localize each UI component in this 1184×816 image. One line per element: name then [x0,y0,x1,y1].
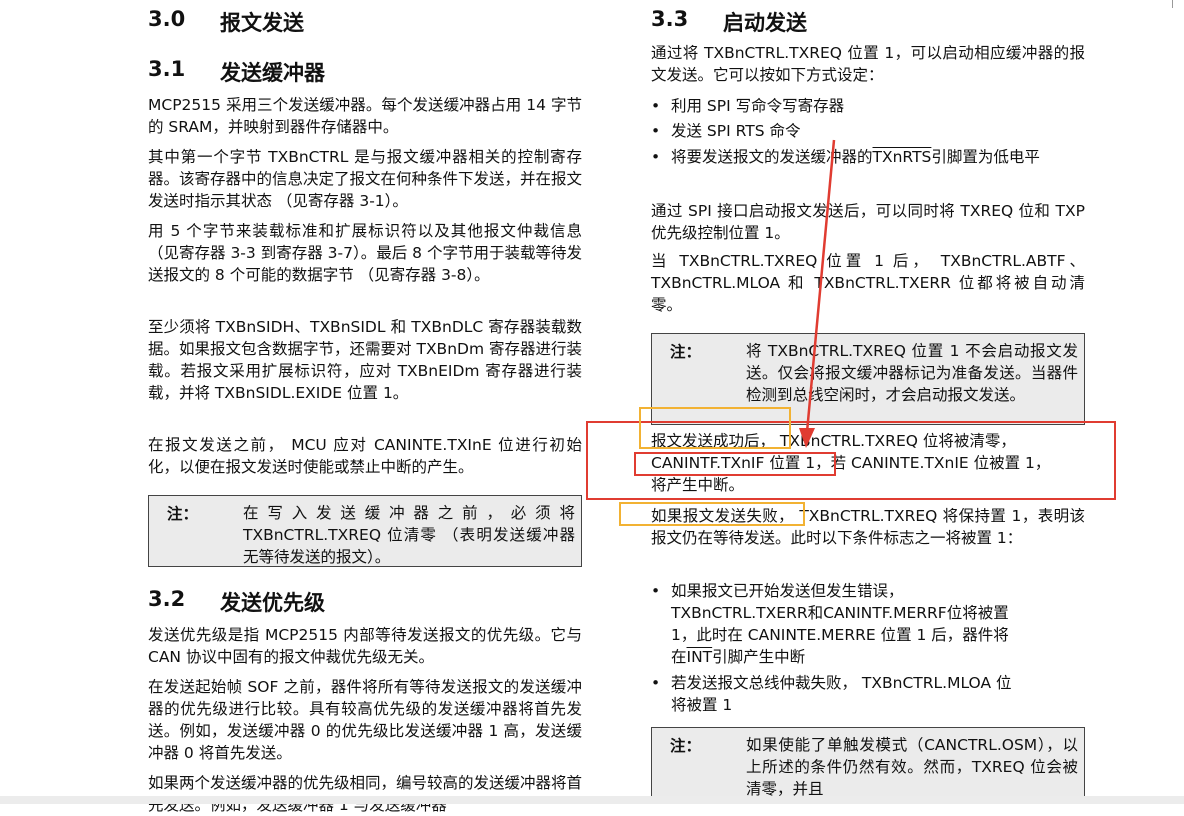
paragraph: 发送优先级是指 MCP2515 内部等待发送报文的优先级。它与 CAN 协议中固… [148,626,582,666]
paragraph: MCP2515 采用三个发送缓冲器。每个发送缓冲器占用 14 字节的 SRAM，… [148,96,582,136]
text-line: 若发送报文总线仲裁失败， TXBnCTRL.MLOA 位 [671,674,1012,692]
text-line: 将被置 1 [671,696,733,714]
text-line: 在INT引脚产生中断 [671,646,1085,668]
viewer-bottom-bar [0,796,1184,804]
section-title: 报文发送 [220,11,304,35]
text-line: TXBnCTRL.TXERR和CANINTF.MERRF位将被置 [671,604,1009,622]
text-line: 报文发送成功后， TXBnCTRL.TXREQ 位将被清零， [651,432,1016,450]
note-box: 注： 在写入发送缓冲器之前，必须将 TXBnCTRL.TXREQ 位清零 （表明… [148,495,582,567]
paragraph: 其中第一个字节 TXBnCTRL 是与报文缓冲器相关的控制寄存器。该寄存器中的信… [148,148,583,210]
page-border [1172,0,1173,8]
text-line: 1，此时在 CANINTE.MERRE 位置 1 后，器件将 [671,626,1009,644]
note-text: 在写入发送缓冲器之前，必须将 TXBnCTRL.TXREQ 位清零 （表明发送缓… [243,504,575,566]
text-line: 如果报文已开始发送但发生错误， [671,582,904,600]
list-item-text: 将要发送报文的发送缓冲器的TXnRTS引脚置为低电平 [671,146,1071,168]
note-box: 注： 将 TXBnCTRL.TXREQ 位置 1 不会启动报文发送。仅会将报文缓… [651,333,1085,425]
list-item-text: 如果报文已开始发送但发生错误， TXBnCTRL.TXERR和CANINTF.M… [671,580,1085,668]
text-run: 在 [671,648,687,666]
section-title: 发送缓冲器 [220,61,325,85]
paragraph: 当 TXBnCTRL.TXREQ 位置 1 后， TXBnCTRL.ABTF、T… [651,252,1085,314]
paragraph: 如果报文发送失败， TXBnCTRL.TXREQ 将保持置 1，表明该报文仍在等… [651,507,1085,547]
section-number: 3.1 [148,57,186,81]
pin-name: TXnRTS [872,148,932,166]
section-number: 3.0 [148,7,186,31]
list-item: • 如果报文已开始发送但发生错误， TXBnCTRL.TXERR和CANINTF… [651,580,1085,668]
note-label: 注： [167,505,199,523]
paragraph: 报文发送成功后， TXBnCTRL.TXREQ 位将被清零， CANINTF.T… [651,430,1085,496]
list-item: • 将要发送报文的发送缓冲器的TXnRTS引脚置为低电平 [651,146,1085,190]
list-item: • 发送 SPI RTS 命令 [651,120,1085,142]
paragraph: 在报文发送之前， MCU 应对 CANINTE.TXInE 位进行初始化，以便在… [148,436,582,476]
text-run: 引脚置为低电平 [931,148,1040,166]
bullet-dot: • [651,582,661,600]
list-item-text: 利用 SPI 写命令写寄存器 [671,97,845,115]
note-label: 注： [670,343,702,361]
bullet-dot: • [651,148,661,166]
bullet-dot: • [651,122,661,140]
section-title: 发送优先级 [220,591,325,615]
list-item-text: 发送 SPI RTS 命令 [671,122,801,140]
paragraph: 至少须将 TXBnSIDH、TXBnSIDL 和 TXBnDLC 寄存器装载数据… [148,318,582,402]
list-item: • 利用 SPI 写命令写寄存器 [651,95,1085,117]
paragraph: 如果两个发送缓冲器的优先级相同，编号较高的发送缓冲器将首先发送。例如，发送缓冲器… [148,774,583,814]
text-line: 将产生中断。 [651,476,745,494]
text-run: 引脚产生中断 [712,648,806,666]
note-label: 注： [670,737,702,755]
paragraph: 用 5 个字节来装载标准和扩展标识符以及其他报文仲裁信息（见寄存器 3-3 到寄… [148,222,582,284]
paragraph: 在发送起始帧 SOF 之前，器件将所有等待发送报文的发送缓冲器的优先级进行比较。… [148,678,582,762]
paragraph: 通过 SPI 接口启动报文发送后，可以同时将 TXREQ 位和 TXP 优先级控… [651,202,1085,242]
pin-name: INT [686,648,713,666]
bullet-dot: • [651,97,661,115]
section-number: 3.2 [148,587,186,611]
bullet-dot: • [651,674,661,692]
note-box: 注： 如果使能了单触发模式（CANCTRL.OSM），以上所述的条件仍然有效。然… [651,727,1085,804]
list-item: • 若发送报文总线仲裁失败， TXBnCTRL.MLOA 位 将被置 1 [651,672,1085,716]
text-run: 将要发送报文的发送缓冲器的 [671,148,873,166]
section-number: 3.3 [651,7,689,31]
paragraph: 通过将 TXBnCTRL.TXREQ 位置 1，可以启动相应缓冲器的报文发送。它… [651,44,1085,84]
text-line: CANINTF.TXnIF 位置 1，若 CANINTE.TXnIE 位被置 1… [651,454,1051,472]
section-title: 启动发送 [723,11,807,35]
list-item-text: 若发送报文总线仲裁失败， TXBnCTRL.MLOA 位 将被置 1 [671,672,1085,716]
note-text: 将 TXBnCTRL.TXREQ 位置 1 不会启动报文发送。仅会将报文缓冲器标… [746,342,1078,404]
note-text: 如果使能了单触发模式（CANCTRL.OSM），以上所述的条件仍然有效。然而，T… [746,736,1078,798]
